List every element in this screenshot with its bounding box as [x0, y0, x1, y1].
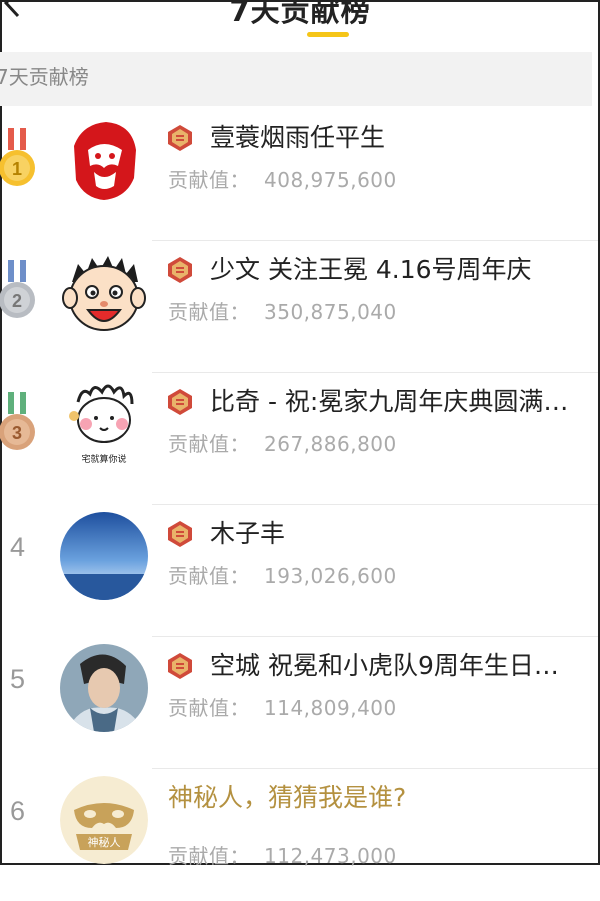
- list-item[interactable]: 1 壹蓑烟雨任平生 贡献值： 408,975,600: [0, 108, 598, 241]
- svg-text:神秘人: 神秘人: [88, 835, 121, 849]
- level-badge-icon: [168, 521, 192, 547]
- avatar[interactable]: [60, 644, 148, 732]
- active-tab-indicator: [307, 32, 349, 37]
- contribution-value: 114,809,400: [264, 696, 397, 720]
- user-name: 壹蓑烟雨任平生: [210, 123, 386, 152]
- svg-text:3: 3: [12, 423, 22, 443]
- level-badge-icon: [168, 125, 192, 151]
- level-badge-icon: [168, 257, 192, 283]
- user-name: 木子丰: [210, 519, 286, 548]
- contribution-label: 贡献值：: [168, 300, 250, 324]
- contribution-label: 贡献值：: [168, 696, 250, 720]
- avatar[interactable]: 宅就算你说: [60, 380, 148, 468]
- avatar[interactable]: [60, 248, 148, 336]
- rank-number: 4: [10, 532, 26, 562]
- contribution-value: 408,975,600: [264, 168, 397, 192]
- contribution: 贡献值： 267,886,800: [168, 428, 397, 457]
- list-item[interactable]: 6 神秘人 神秘人，猜猜我是谁? 贡献值： 112,473,000: [2, 768, 598, 901]
- avatar[interactable]: [60, 512, 148, 600]
- level-badge-icon: [168, 389, 192, 415]
- gold-medal-icon: 1: [0, 128, 35, 186]
- svg-text:宅就算你说: 宅就算你说: [81, 453, 126, 465]
- contribution-value: 112,473,000: [264, 844, 397, 868]
- svg-text:2: 2: [12, 291, 22, 311]
- list-item[interactable]: 3 宅就算你说 比奇 - 祝:冕家九周年庆典圆满… 贡献值： 267,886,80…: [0, 372, 598, 505]
- user-name: 空城 祝冕和小虎队9周年生日…: [210, 651, 559, 680]
- contribution: 贡献值： 350,875,040: [168, 296, 397, 325]
- contribution-label: 贡献值：: [168, 564, 250, 588]
- rank-number: 5: [10, 664, 26, 694]
- contribution-label: 贡献值：: [168, 432, 250, 456]
- list-item[interactable]: 5 空城 祝冕和小虎队9周年生日… 贡献值： 114,809,400: [2, 636, 598, 769]
- page-title: 7天贡献榜: [229, 0, 371, 28]
- top-bar: 7天贡献榜: [2, 0, 598, 46]
- rank-number: 6: [10, 796, 26, 826]
- level-badge-icon: [168, 653, 192, 679]
- list-item[interactable]: 2 少文 关注王冕 4.16号周年庆 贡献值： 350,875,040: [0, 240, 598, 373]
- avatar[interactable]: 神秘人: [60, 776, 148, 864]
- contribution-label: 贡献值：: [168, 844, 250, 868]
- list-item[interactable]: 4 木子丰 贡献值： 193,026,600: [2, 504, 598, 637]
- contribution-value: 350,875,040: [264, 300, 397, 324]
- avatar[interactable]: [60, 116, 148, 204]
- contribution: 贡献值： 193,026,600: [168, 560, 397, 589]
- user-name: 比奇 - 祝:冕家九周年庆典圆满…: [210, 387, 569, 416]
- user-name: 神秘人，猜猜我是谁?: [168, 783, 407, 812]
- contribution-value: 193,026,600: [264, 564, 397, 588]
- silver-medal-icon: 2: [0, 260, 35, 318]
- contribution-label: 贡献值：: [168, 168, 250, 192]
- contribution: 贡献值： 114,809,400: [168, 692, 397, 721]
- contribution: 贡献值： 408,975,600: [168, 164, 397, 193]
- svg-text:1: 1: [12, 159, 22, 179]
- contribution-value: 267,886,800: [264, 432, 397, 456]
- bronze-medal-icon: 3: [0, 392, 35, 450]
- section-header: 7天贡献榜: [0, 52, 592, 106]
- user-name: 少文 关注王冕 4.16号周年庆: [210, 255, 532, 284]
